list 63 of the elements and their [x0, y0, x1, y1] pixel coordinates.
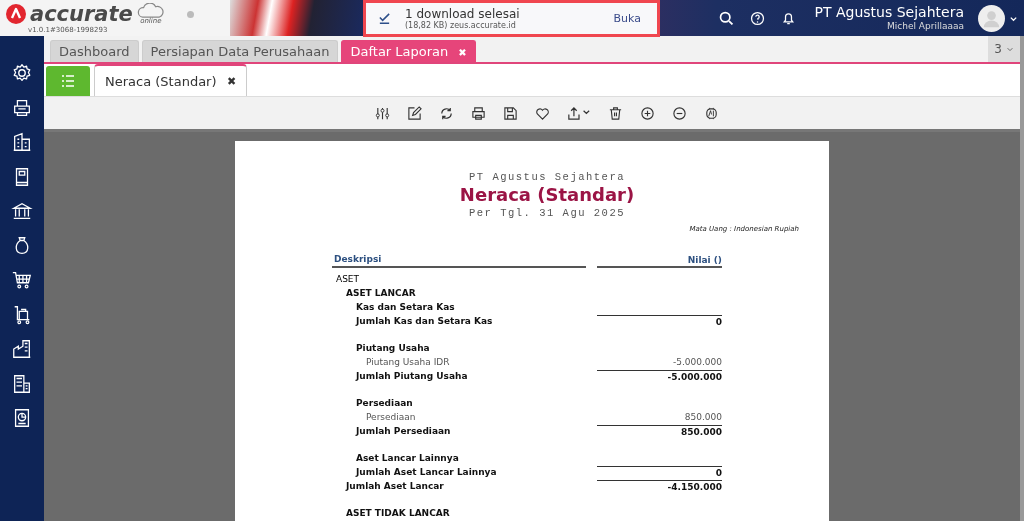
building-icon[interactable]	[11, 131, 33, 153]
group-label: ASET TIDAK LANCAR	[345, 508, 451, 518]
logo-text: accurate	[30, 2, 133, 26]
column-header: Nilai ()	[597, 254, 722, 268]
company-name: PT Agustus Sejahtera	[814, 4, 964, 21]
ai-icon[interactable]	[704, 105, 719, 121]
total-label: Jumlah Kas dan Setara Kas	[354, 316, 494, 326]
total-value: 0	[597, 465, 722, 479]
account-label: Persediaan	[365, 412, 417, 422]
account-label: Piutang Usaha IDR	[365, 357, 451, 367]
avatar-icon[interactable]	[978, 4, 1005, 32]
group-label: Aset Lancar Lainnya	[355, 453, 460, 463]
shopping-cart-icon[interactable]	[11, 269, 33, 291]
tab[interactable]: Dashboard	[50, 40, 139, 62]
total-value: 850.000	[597, 424, 722, 438]
export-icon[interactable]	[567, 105, 591, 121]
user-name: Michel Aprillaaaa	[887, 21, 964, 32]
delete-icon[interactable]	[608, 105, 623, 121]
close-button[interactable]: ✖	[226, 74, 236, 88]
group-label: Persediaan	[355, 398, 414, 408]
zoom-in-icon[interactable]	[640, 105, 655, 121]
total-label: Jumlah Aset Lancar Lainnya	[354, 467, 498, 477]
filter-sliders-icon[interactable]	[375, 105, 390, 121]
checkmark-icon	[378, 12, 391, 25]
account-value: 850.000	[683, 410, 722, 424]
download-title: 1 download selesai	[405, 7, 520, 21]
total-label: Jumlah Aset Lancar	[344, 481, 445, 491]
tax-document-icon[interactable]	[11, 372, 33, 395]
status-dot	[186, 10, 194, 18]
group-label: ASET	[335, 274, 361, 284]
report-title: Neraca (Standar)	[458, 183, 636, 207]
zoom-out-icon[interactable]	[672, 105, 687, 121]
total-label: Jumlah Persediaan	[354, 426, 452, 436]
report-tab[interactable]: Neraca (Standar) ✖	[94, 64, 247, 96]
search-icon[interactable]	[717, 9, 735, 27]
total-value: -5.000.000	[597, 369, 722, 383]
caret-icon	[1006, 45, 1014, 53]
group-label: Kas dan Setara Kas	[355, 302, 456, 312]
tab-count-dropdown[interactable]: 3	[988, 36, 1020, 62]
save-icon[interactable]	[503, 105, 518, 121]
group-label: ASET LANCAR	[345, 288, 417, 298]
tab[interactable]: Persiapan Data Perusahaan	[141, 40, 339, 62]
print-icon[interactable]	[471, 105, 486, 121]
group-label: Piutang Usaha	[355, 343, 431, 353]
edit-icon[interactable]	[407, 105, 422, 121]
column-header: Deskripsi	[332, 254, 586, 268]
total-value: 0	[597, 314, 722, 328]
help-icon[interactable]	[748, 9, 766, 27]
bank-icon[interactable]	[11, 200, 33, 222]
refresh-icon[interactable]	[439, 105, 454, 121]
report-company: PT Agustus Sejahtera	[468, 171, 626, 183]
total-label: Jumlah Piutang Usaha	[354, 371, 469, 381]
report-date: Per Tgl. 31 Agu 2025	[468, 207, 626, 219]
logo-icon	[6, 4, 26, 24]
favorite-heart-icon[interactable]	[535, 105, 550, 121]
settings-icon[interactable]	[11, 62, 33, 84]
list-icon	[60, 73, 76, 89]
open-button[interactable]: Buka	[609, 10, 645, 27]
tab[interactable]: Daftar Laporan ✖	[341, 40, 476, 62]
download-detail: (18,82 KB) zeus.accurate.id	[405, 21, 517, 30]
total-value: -4.150.000	[597, 479, 722, 493]
account-value: -5.000.000	[671, 355, 722, 369]
factory-icon[interactable]	[11, 338, 33, 360]
